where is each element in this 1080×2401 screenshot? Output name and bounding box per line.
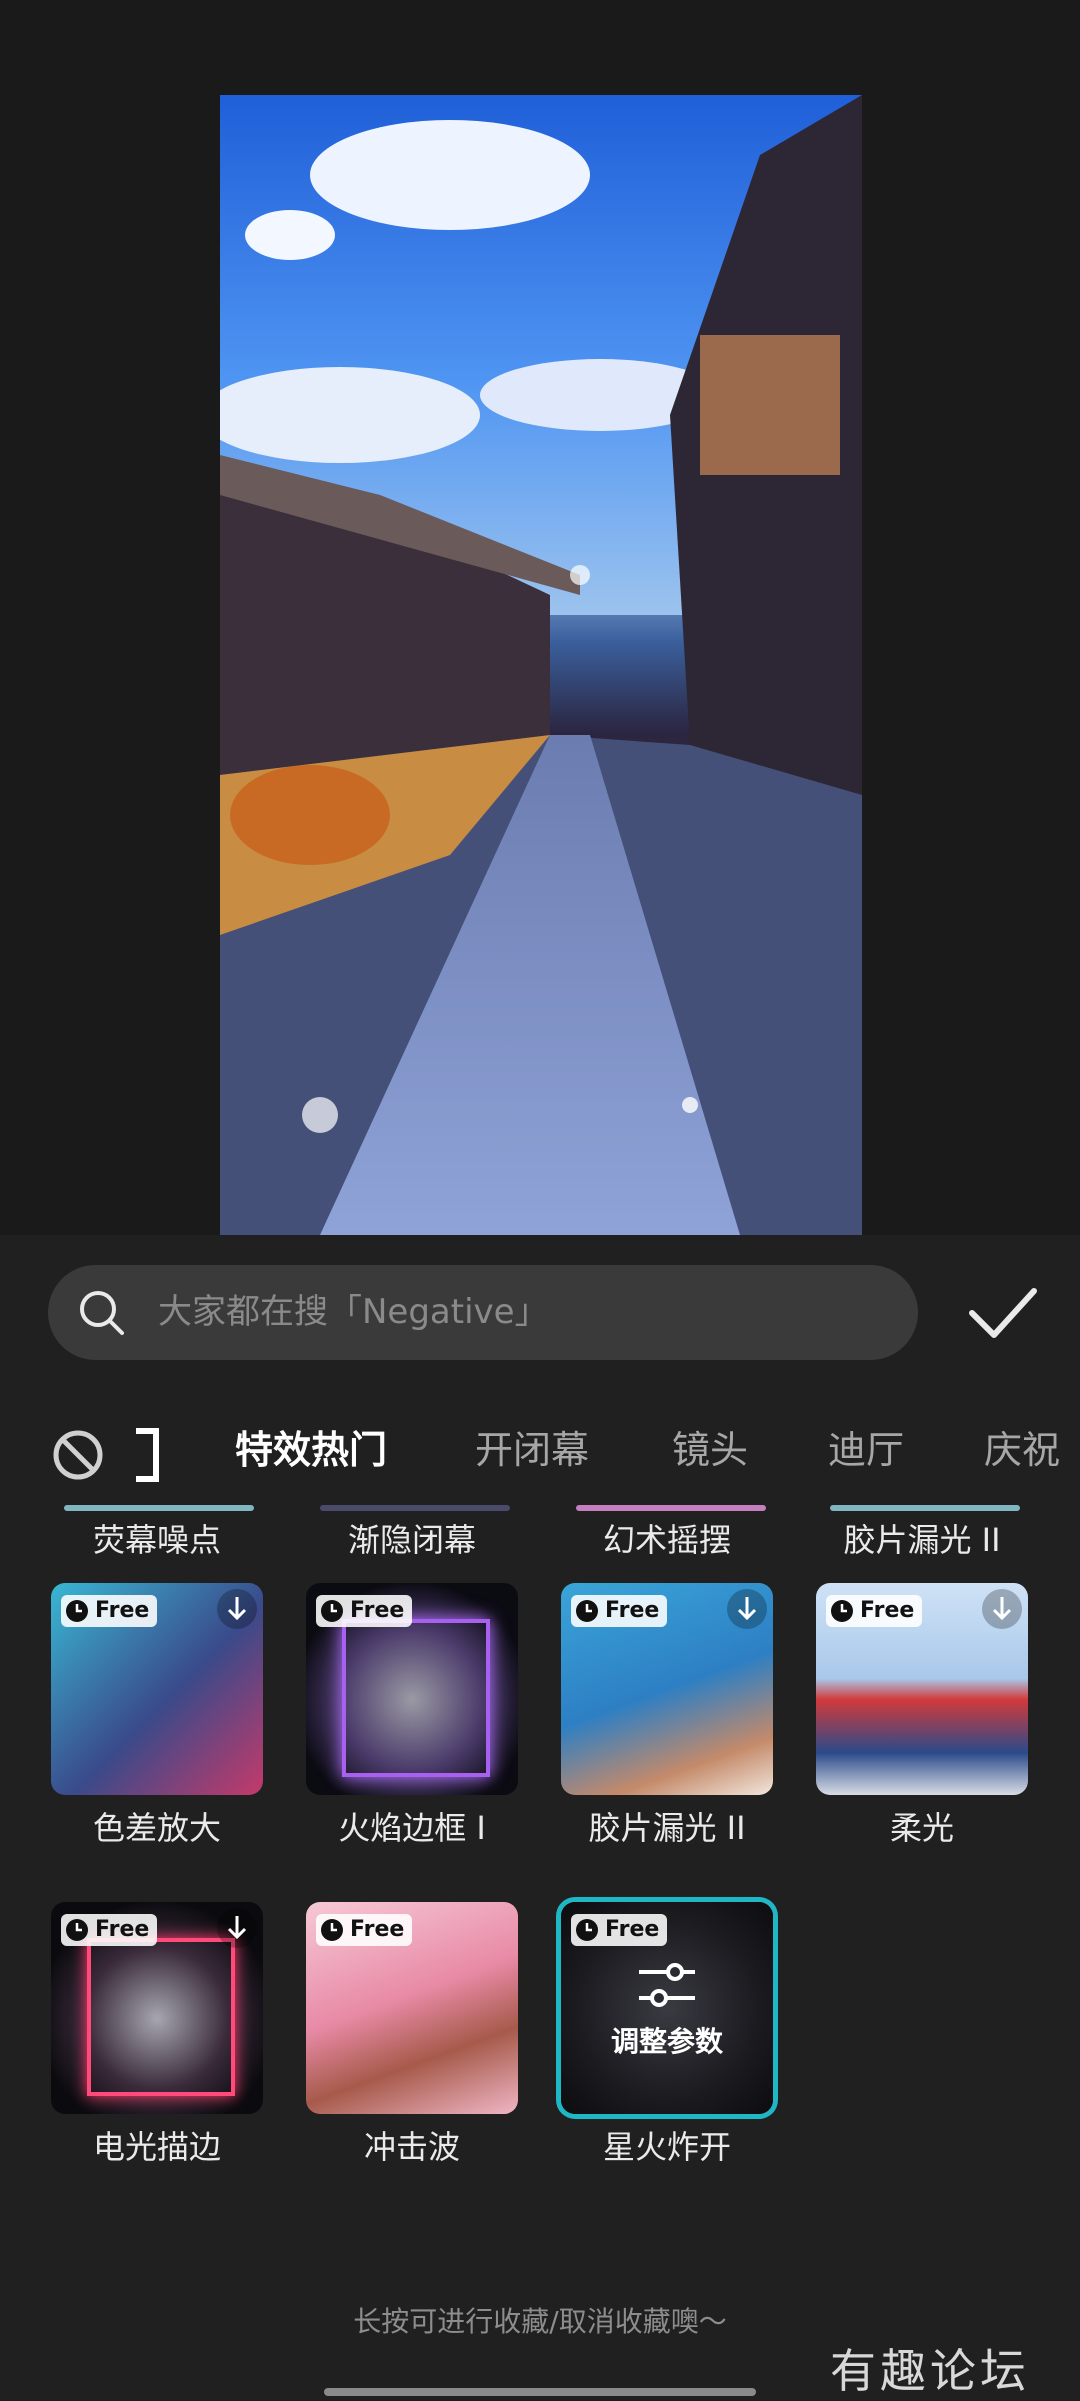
effects-panel: 大家都在搜「Negative」 特效热门 开闭幕 镜头 迪厅 庆祝 荧幕噪点 渐… (0, 1235, 1080, 2400)
clock-icon (66, 1600, 88, 1622)
prev-thumb-strip (64, 1505, 254, 1511)
effect-label[interactable]: 火焰边框 I (302, 1803, 522, 1849)
clock-icon (831, 1600, 853, 1622)
effect-label[interactable]: 胶片漏光 II (557, 1803, 777, 1849)
free-badge: Free (571, 1595, 668, 1627)
free-badge: Free (826, 1595, 923, 1627)
clock-icon (66, 1919, 88, 1941)
effect-card-film-leak[interactable]: Free (561, 1583, 773, 1795)
bracket-icon[interactable] (132, 1425, 164, 1485)
effect-card-spark-burst[interactable]: 调整参数 Free (561, 1902, 773, 2114)
effect-label[interactable]: 荧幕噪点 (47, 1515, 267, 1561)
electric-frame (87, 1938, 235, 2096)
effect-card-shockwave[interactable]: Free (306, 1902, 518, 2114)
clock-icon (576, 1600, 598, 1622)
tab-celebrate[interactable]: 庆祝 (984, 1395, 1060, 1505)
effects-grid: 荧幕噪点 渐隐闭幕 幻术摇摆 胶片漏光 II Free 色差放大 Free 火焰… (0, 1505, 1080, 2365)
prev-thumb-strip (830, 1505, 1020, 1511)
tab-open-close[interactable]: 开闭幕 (475, 1395, 589, 1505)
effect-label[interactable]: 胶片漏光 II (812, 1515, 1032, 1561)
effect-label[interactable]: 渐隐闭幕 (302, 1515, 522, 1561)
effect-label[interactable]: 色差放大 (47, 1803, 267, 1849)
effect-label[interactable]: 冲击波 (302, 2122, 522, 2168)
prev-thumb-strip (320, 1505, 510, 1511)
effect-label[interactable]: 星火炸开 (557, 2122, 777, 2168)
tab-lens[interactable]: 镜头 (672, 1395, 748, 1505)
clock-icon (576, 1919, 598, 1941)
free-badge: Free (316, 1914, 413, 1946)
video-preview[interactable] (220, 95, 862, 1235)
flame-frame (342, 1619, 490, 1777)
effect-label[interactable]: 电光描边 (47, 2122, 267, 2168)
effect-card-flame-frame[interactable]: Free (306, 1583, 518, 1795)
free-badge: Free (61, 1914, 158, 1946)
check-icon[interactable] (960, 1269, 1046, 1355)
free-badge: Free (61, 1595, 158, 1627)
download-icon (217, 1908, 257, 1948)
prev-thumb-strip (576, 1505, 766, 1511)
download-icon (727, 1589, 767, 1629)
watermark-logo: 有趣论坛 (830, 2344, 1030, 2398)
clock-icon (321, 1919, 343, 1941)
free-badge: Free (571, 1914, 668, 1946)
search-placeholder: 大家都在搜「Negative」 (158, 1292, 549, 1332)
search-bar[interactable]: 大家都在搜「Negative」 (48, 1265, 918, 1360)
download-icon (217, 1589, 257, 1629)
tab-hot-effects[interactable]: 特效热门 (235, 1395, 387, 1505)
effect-card-chromatic-zoom[interactable]: Free (51, 1583, 263, 1795)
no-effect-icon[interactable] (50, 1427, 106, 1483)
search-icon (80, 1291, 124, 1335)
home-indicator[interactable] (324, 2388, 756, 2396)
effect-card-electric-outline[interactable]: Free (51, 1902, 263, 2114)
category-tabs: 特效热门 开闭幕 镜头 迪厅 庆祝 (0, 1395, 1080, 1505)
clock-icon (321, 1600, 343, 1622)
free-badge: Free (316, 1595, 413, 1627)
effect-label[interactable]: 柔光 (812, 1803, 1032, 1849)
effect-label[interactable]: 幻术摇摆 (557, 1515, 777, 1561)
adjust-params-label: 调整参数 (610, 2025, 723, 2058)
sliders-icon (639, 1963, 695, 2007)
download-icon (982, 1589, 1022, 1629)
long-press-hint: 长按可进行收藏/取消收藏噢～ (353, 2305, 727, 2338)
effect-card-soft-light[interactable]: Free (816, 1583, 1028, 1795)
tab-disco[interactable]: 迪厅 (828, 1395, 904, 1505)
street-scene-image (220, 95, 862, 1235)
preview-area (0, 0, 1080, 1235)
